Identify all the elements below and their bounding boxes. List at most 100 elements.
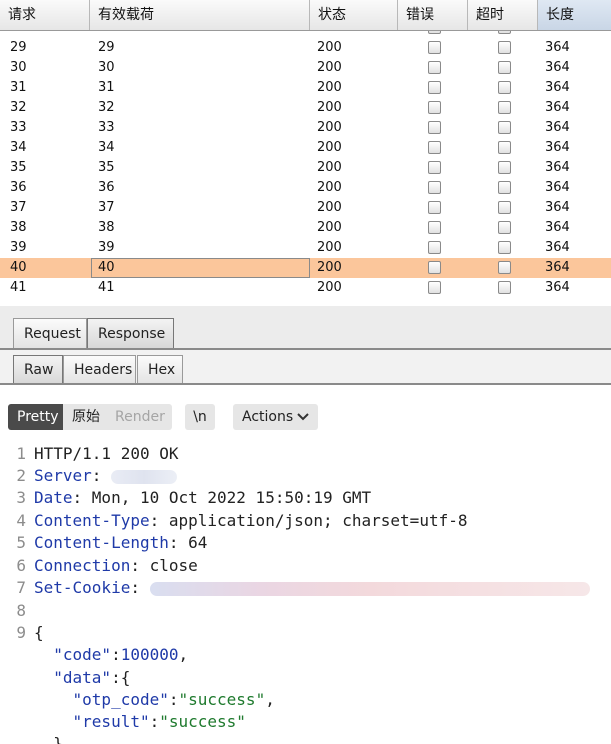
timeout-checkbox[interactable]	[498, 141, 511, 154]
chevron-down-icon	[297, 413, 309, 421]
redacted-value	[111, 469, 178, 484]
timeout-checkbox[interactable]	[498, 261, 511, 274]
table-row[interactable]: 35 35 200 364	[0, 158, 611, 178]
cell-request: 29	[10, 40, 27, 55]
error-checkbox[interactable]	[428, 121, 441, 134]
render-button[interactable]: Render	[106, 404, 172, 430]
timeout-checkbox[interactable]	[498, 221, 511, 234]
cell-length: 364	[545, 220, 570, 235]
cell-request: 41	[10, 280, 27, 295]
timeout-checkbox[interactable]	[498, 41, 511, 54]
tab-request[interactable]: Request	[13, 318, 87, 348]
tab-raw[interactable]: Raw	[13, 355, 63, 384]
pretty-button[interactable]: Pretty	[8, 404, 68, 430]
line-number: 5	[16, 533, 26, 552]
header-name: Date	[34, 488, 73, 507]
table-row[interactable]: 32 32 200 364	[0, 98, 611, 118]
cell-request: 36	[10, 180, 27, 195]
cell-request: 38	[10, 220, 27, 235]
cell-request: 28	[10, 31, 27, 38]
cell-status: 200	[317, 40, 342, 55]
cell-length: 364	[545, 200, 570, 215]
cell-length: 364	[545, 100, 570, 115]
error-checkbox[interactable]	[428, 41, 441, 54]
cell-payload: 36	[98, 180, 115, 195]
tab-hex[interactable]: Hex	[137, 355, 183, 384]
timeout-checkbox[interactable]	[498, 181, 511, 194]
table-row[interactable]: 39 39 200 364	[0, 238, 611, 258]
column-header-length[interactable]: 长度	[538, 0, 611, 30]
table-row[interactable]: 41 41 200 364	[0, 278, 611, 298]
cell-request: 39	[10, 240, 27, 255]
line-number: 2	[16, 466, 26, 485]
cell-length: 364	[545, 240, 570, 255]
table-row[interactable]: 30 30 200 364	[0, 58, 611, 78]
cell-payload: 37	[98, 200, 115, 215]
cell-length: 364	[545, 80, 570, 95]
header-line-content-length: Content-Length: 64	[34, 533, 208, 552]
header-line-server: Server:	[34, 466, 178, 485]
table-row[interactable]: 37 37 200 364	[0, 198, 611, 218]
cell-request: 30	[10, 60, 27, 75]
timeout-checkbox[interactable]	[498, 61, 511, 74]
header-line-connection: Connection: close	[34, 556, 198, 575]
error-checkbox[interactable]	[428, 281, 441, 294]
response-editor[interactable]: 1 2 3 4 5 6 7 8 9 HTTP/1.1 200 OK Server…	[0, 440, 611, 744]
table-row[interactable]: 33 33 200 364	[0, 118, 611, 138]
cell-payload: 35	[98, 160, 115, 175]
table-row[interactable]: 40 40 200 364	[0, 258, 611, 278]
line-number: 9	[16, 623, 26, 642]
table-row[interactable]: 38 38 200 364	[0, 218, 611, 238]
error-checkbox[interactable]	[428, 101, 441, 114]
table-row[interactable]: 28 28 200 364	[0, 31, 611, 38]
results-table: 请求 有效载荷 状态 错误 超时 长度 28282003642929200364…	[0, 0, 611, 306]
timeout-checkbox[interactable]	[498, 201, 511, 214]
error-checkbox[interactable]	[428, 261, 441, 274]
cell-payload: 34	[98, 140, 115, 155]
cell-length: 364	[545, 280, 570, 295]
column-header-timeout[interactable]: 超时	[468, 0, 538, 30]
table-row[interactable]: 31 31 200 364	[0, 78, 611, 98]
table-row[interactable]: 34 34 200 364	[0, 138, 611, 158]
json-key: "result"	[72, 712, 150, 731]
header-value: 64	[188, 533, 208, 552]
table-row[interactable]: 29 29 200 364	[0, 38, 611, 58]
cell-payload: 33	[98, 120, 115, 135]
cell-payload: 32	[98, 100, 115, 115]
error-checkbox[interactable]	[428, 201, 441, 214]
error-checkbox[interactable]	[428, 181, 441, 194]
error-checkbox[interactable]	[428, 81, 441, 94]
error-checkbox[interactable]	[428, 161, 441, 174]
actions-dropdown[interactable]: Actions	[233, 404, 318, 430]
cell-payload: 30	[98, 60, 115, 75]
column-header-request[interactable]: 请求	[0, 0, 90, 30]
timeout-checkbox[interactable]	[498, 31, 511, 34]
timeout-checkbox[interactable]	[498, 241, 511, 254]
raw-view-button[interactable]: 原始	[63, 404, 109, 430]
error-checkbox[interactable]	[428, 141, 441, 154]
show-newlines-button[interactable]: \n	[185, 404, 215, 430]
json-brace: }	[53, 734, 63, 744]
timeout-checkbox[interactable]	[498, 161, 511, 174]
json-key: "code"	[53, 645, 112, 664]
error-checkbox[interactable]	[428, 221, 441, 234]
cell-status: 200	[317, 80, 342, 95]
header-name: Set-Cookie	[34, 578, 131, 597]
error-checkbox[interactable]	[428, 241, 441, 254]
table-body: 2828200364292920036430302003643131200364…	[0, 31, 611, 306]
table-row[interactable]: 36 36 200 364	[0, 178, 611, 198]
column-header-payload[interactable]: 有效载荷	[90, 0, 310, 30]
error-checkbox[interactable]	[428, 61, 441, 74]
cell-payload: 40	[91, 258, 310, 278]
tab-response[interactable]: Response	[87, 318, 174, 348]
tab-headers[interactable]: Headers	[63, 355, 136, 384]
timeout-checkbox[interactable]	[498, 81, 511, 94]
column-header-error[interactable]: 错误	[398, 0, 468, 30]
error-checkbox[interactable]	[428, 31, 441, 34]
header-line-date: Date: Mon, 10 Oct 2022 15:50:19 GMT	[34, 488, 372, 507]
timeout-checkbox[interactable]	[498, 101, 511, 114]
timeout-checkbox[interactable]	[498, 281, 511, 294]
column-header-status[interactable]: 状态	[310, 0, 398, 30]
timeout-checkbox[interactable]	[498, 121, 511, 134]
cell-payload: 29	[98, 40, 115, 55]
